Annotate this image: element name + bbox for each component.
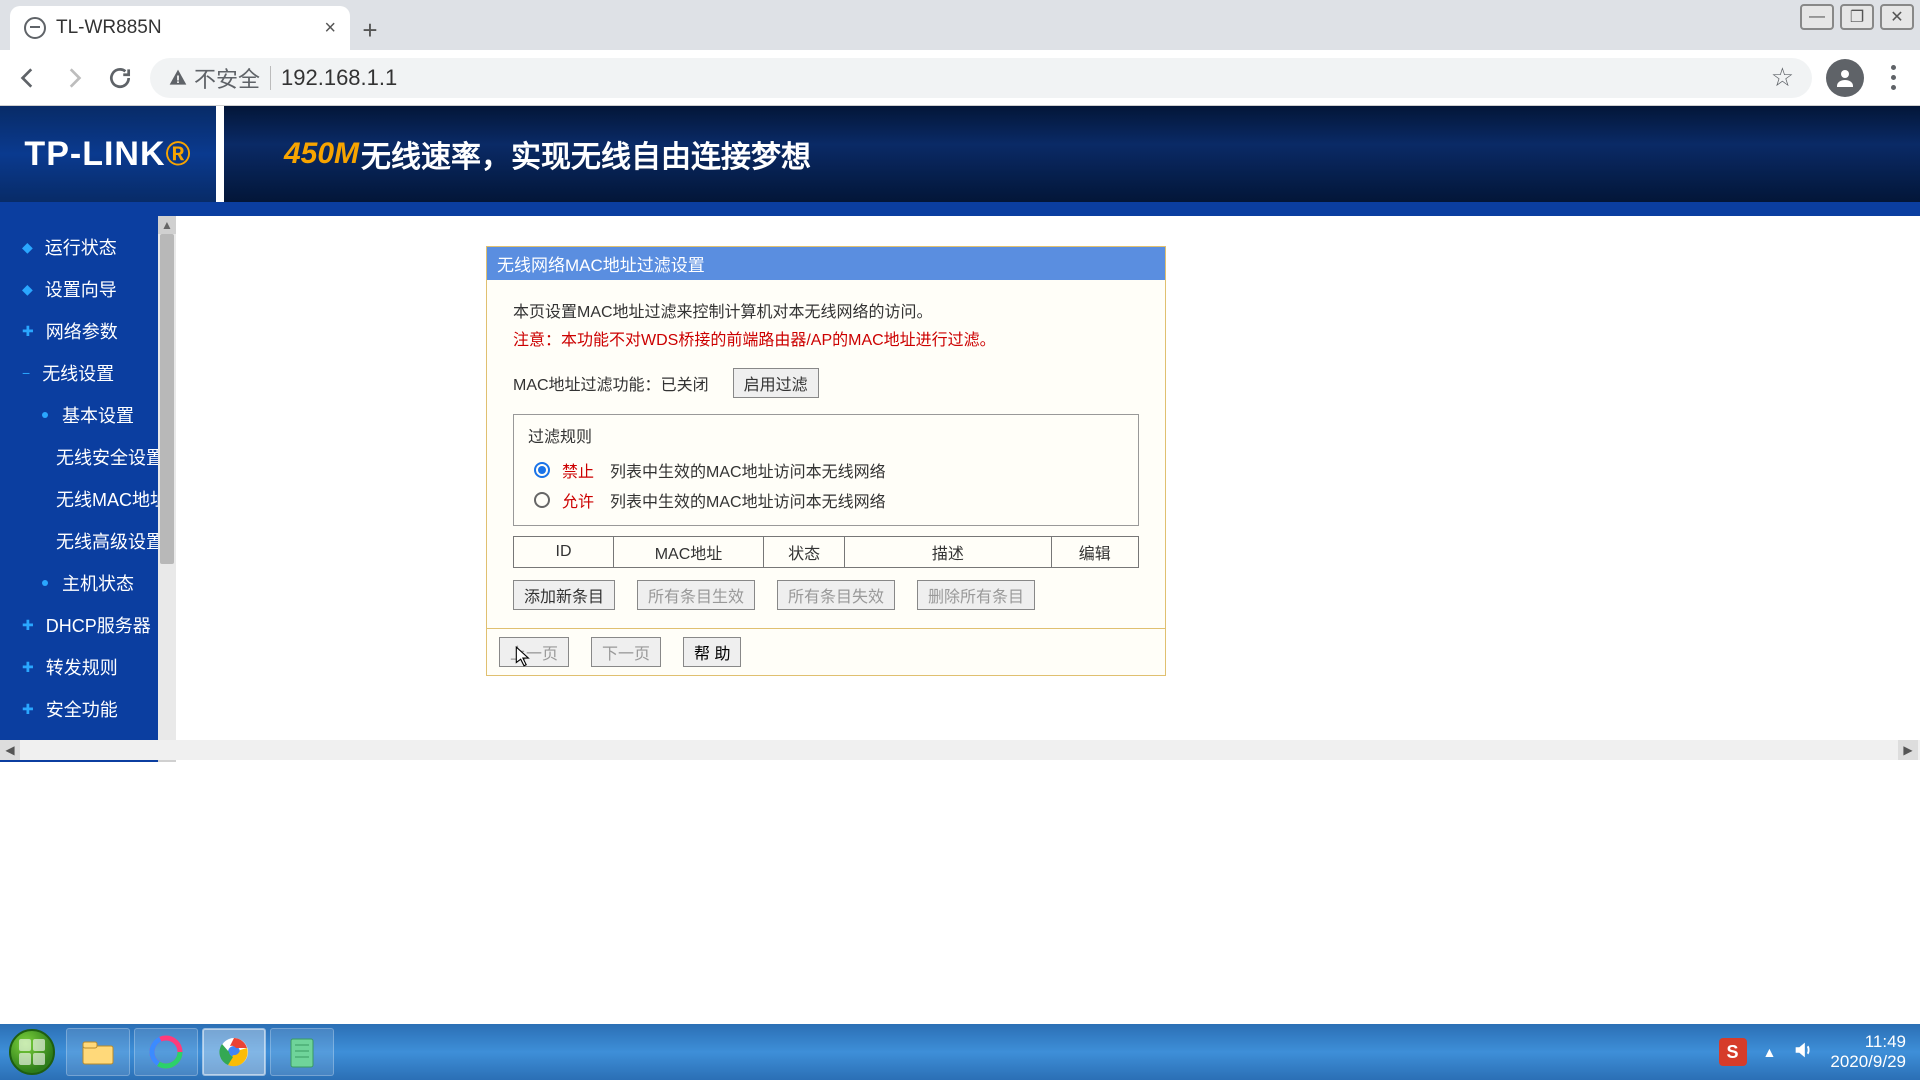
sidebar-item-network[interactable]: ✚网络参数	[0, 310, 176, 352]
filter-rules-box: 过滤规则 禁止 列表中生效的MAC地址访问本无线网络 允许 列表中生效的MAC地…	[513, 414, 1139, 526]
sidebar-item-wireless[interactable]: −无线设置	[0, 352, 176, 394]
taskbar-app-2[interactable]	[270, 1028, 334, 1076]
browser-toolbar: 不安全 192.168.1.1 ☆	[0, 50, 1920, 106]
banner-slogan: 450M 无线速率，实现无线自由连接梦想	[224, 106, 1920, 202]
not-secure-indicator[interactable]: 不安全	[168, 62, 260, 94]
sidebar-scrollbar[interactable]: ▲ ▼	[158, 216, 176, 762]
tab-title: TL-WR885N	[56, 17, 162, 39]
address-bar[interactable]: 不安全 192.168.1.1 ☆	[150, 58, 1812, 98]
profile-button[interactable]	[1826, 59, 1864, 97]
sidebar-item-wireless-security[interactable]: 无线安全设置	[0, 436, 176, 478]
taskbar-chrome[interactable]	[202, 1028, 266, 1076]
forward-button[interactable]	[58, 62, 90, 94]
divider	[0, 202, 1920, 216]
panel-title: 无线网络MAC地址过滤设置	[487, 247, 1165, 280]
col-mac: MAC地址	[614, 537, 764, 568]
brand-logo: TP-LINK®	[0, 106, 216, 202]
close-window-button[interactable]: ✕	[1880, 4, 1914, 30]
sidebar-item-basic[interactable]: 基本设置	[0, 394, 176, 436]
maximize-button[interactable]: ❐	[1840, 4, 1874, 30]
ime-indicator[interactable]: S	[1719, 1038, 1747, 1066]
help-button[interactable]: 帮 助	[683, 637, 741, 667]
volume-icon[interactable]	[1792, 1039, 1814, 1066]
clock[interactable]: 11:49 2020/9/29	[1830, 1032, 1906, 1073]
browser-tab-strip: TL-WR885N × + — ❐ ✕	[0, 0, 1920, 50]
col-desc: 描述	[845, 537, 1051, 568]
rule-deny-label: 禁止	[562, 458, 594, 482]
separator	[270, 66, 271, 90]
prev-page-button[interactable]: 上一页	[499, 637, 569, 667]
sidebar-item-mac-filter[interactable]: 无线MAC地址过	[0, 478, 176, 520]
disable-all-button[interactable]: 所有条目失效	[777, 580, 895, 610]
scroll-left-icon[interactable]: ◀	[0, 740, 20, 760]
delete-all-button[interactable]: 删除所有条目	[917, 580, 1035, 610]
rule-allow-label: 允许	[562, 488, 594, 512]
mac-table: ID MAC地址 状态 描述 编辑	[513, 536, 1139, 568]
back-button[interactable]	[12, 62, 44, 94]
col-edit: 编辑	[1051, 537, 1139, 568]
window-controls: — ❐ ✕	[1800, 4, 1914, 30]
new-tab-button[interactable]: +	[350, 10, 390, 50]
globe-icon	[24, 17, 46, 39]
browser-menu-button[interactable]	[1878, 65, 1908, 90]
rule-allow-text: 列表中生效的MAC地址访问本无线网络	[610, 488, 886, 512]
radio-allow[interactable]	[534, 492, 550, 508]
taskbar-app-1[interactable]	[134, 1028, 198, 1076]
banner-text: 无线速率，实现无线自由连接梦想	[361, 132, 811, 176]
bookmark-star-icon[interactable]: ☆	[1771, 62, 1794, 93]
tray-overflow-icon[interactable]: ▲	[1763, 1044, 1777, 1060]
sidebar-item-security[interactable]: ✚安全功能	[0, 688, 176, 730]
panel-notice: 注意：本功能不对WDS桥接的前端路由器/AP的MAC地址进行过滤。	[513, 326, 1139, 350]
panel-description: 本页设置MAC地址过滤来控制计算机对本无线网络的访问。	[513, 298, 1139, 322]
browser-tab[interactable]: TL-WR885N ×	[10, 6, 350, 50]
enable-filter-button[interactable]: 启用过滤	[733, 368, 819, 398]
sidebar-item-forwarding[interactable]: ✚转发规则	[0, 646, 176, 688]
rule-deny-row[interactable]: 禁止 列表中生效的MAC地址访问本无线网络	[528, 455, 1124, 485]
taskbar: S ▲ 11:49 2020/9/29	[0, 1024, 1920, 1080]
radio-deny[interactable]	[534, 462, 550, 478]
next-page-button[interactable]: 下一页	[591, 637, 661, 667]
start-button[interactable]	[0, 1024, 64, 1080]
col-status: 状态	[764, 537, 845, 568]
scroll-right-icon[interactable]: ▶	[1898, 740, 1918, 760]
rule-deny-text: 列表中生效的MAC地址访问本无线网络	[610, 458, 886, 482]
close-tab-icon[interactable]: ×	[324, 17, 336, 40]
security-text: 不安全	[194, 62, 260, 94]
scroll-thumb[interactable]	[160, 234, 174, 564]
col-id: ID	[514, 537, 614, 568]
router-page: TP-LINK® 450M 无线速率，实现无线自由连接梦想 ◆运行状态 ◆设置向…	[0, 106, 1920, 762]
sidebar-item-wizard[interactable]: ◆设置向导	[0, 268, 176, 310]
scroll-up-icon[interactable]: ▲	[158, 216, 176, 234]
reload-button[interactable]	[104, 62, 136, 94]
enable-all-button[interactable]: 所有条目生效	[637, 580, 755, 610]
banner-speed: 450M	[284, 137, 359, 171]
rule-allow-row[interactable]: 允许 列表中生效的MAC地址访问本无线网络	[528, 485, 1124, 515]
sidebar-item-wireless-advanced[interactable]: 无线高级设置	[0, 520, 176, 562]
minimize-button[interactable]: —	[1800, 4, 1834, 30]
sidebar-item-host-status[interactable]: 主机状态	[0, 562, 176, 604]
clock-date: 2020/9/29	[1830, 1052, 1906, 1072]
add-entry-button[interactable]: 添加新条目	[513, 580, 615, 610]
mac-filter-panel: 无线网络MAC地址过滤设置 本页设置MAC地址过滤来控制计算机对本无线网络的访问…	[486, 246, 1166, 676]
sidebar-item-dhcp[interactable]: ✚DHCP服务器	[0, 604, 176, 646]
sidebar-item-status[interactable]: ◆运行状态	[0, 226, 176, 268]
content-area: 无线网络MAC地址过滤设置 本页设置MAC地址过滤来控制计算机对本无线网络的访问…	[176, 216, 1920, 762]
taskbar-explorer[interactable]	[66, 1028, 130, 1076]
filter-status-label: MAC地址过滤功能：已关闭	[513, 371, 709, 395]
filter-rules-title: 过滤规则	[528, 423, 1124, 447]
header-banner: TP-LINK® 450M 无线速率，实现无线自由连接梦想	[0, 106, 1920, 202]
clock-time: 11:49	[1830, 1032, 1906, 1052]
url-text: 192.168.1.1	[281, 65, 397, 91]
sidebar: ◆运行状态 ◆设置向导 ✚网络参数 −无线设置 基本设置 无线安全设置 无线MA…	[0, 216, 176, 762]
system-tray: S ▲ 11:49 2020/9/29	[1719, 1032, 1920, 1073]
horizontal-scrollbar[interactable]: ◀ ▶	[0, 740, 1920, 760]
